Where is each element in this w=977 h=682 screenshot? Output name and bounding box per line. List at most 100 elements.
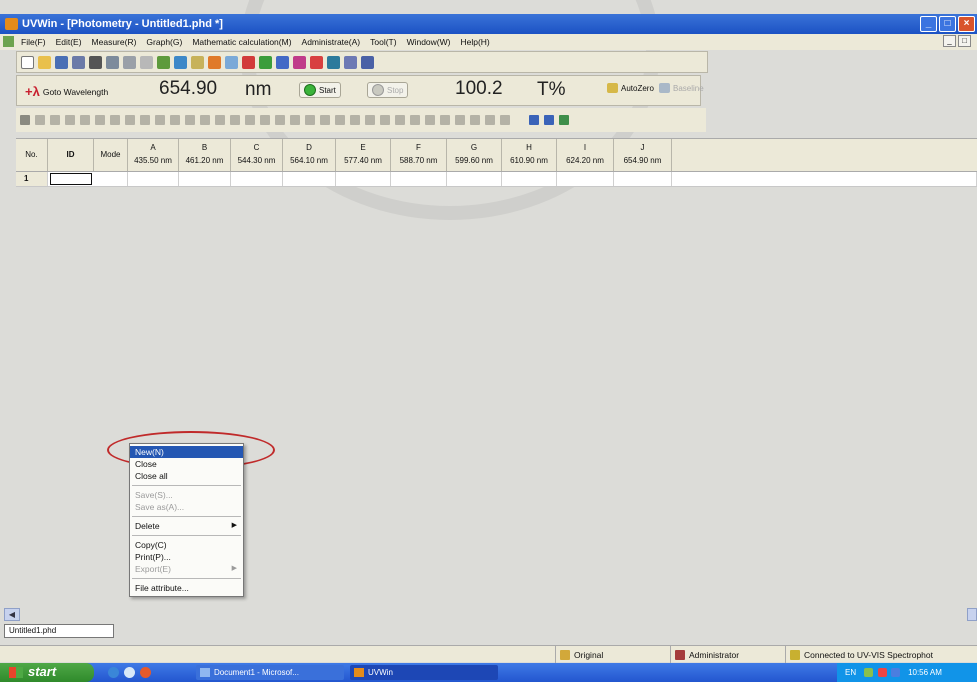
menu-item-save[interactable]: Save(S)... [130,489,243,501]
cell-h[interactable] [502,172,557,186]
menu-item-export[interactable]: Export(E) ▶ [130,563,243,575]
window-titlebar[interactable]: UVWin - [Photometry - Untitled1.phd *] _… [0,14,977,34]
menu-file[interactable]: File(F) [16,37,51,47]
scroll-left-button[interactable]: ◀ [4,608,20,621]
mode-cell[interactable] [94,172,128,186]
mdi-minimize-button[interactable]: _ [943,35,956,47]
cell-j[interactable] [614,172,672,186]
menu-tool[interactable]: Tool(T) [365,37,401,47]
graph-tool-icon[interactable] [50,115,60,125]
header-mode[interactable]: Mode [94,139,128,171]
menu-item-close[interactable]: Close [130,458,243,470]
cell-b[interactable] [179,172,231,186]
graph-tool-icon[interactable] [485,115,495,125]
window-tile-icon[interactable] [344,55,357,69]
graph-tool-icon[interactable] [155,115,165,125]
task-document[interactable]: Document1 - Microsof... [196,665,344,680]
document-icon[interactable] [3,36,14,47]
menu-item-close-all[interactable]: Close all [130,470,243,482]
graph-tool-icon[interactable] [230,115,240,125]
report-icon[interactable] [327,55,340,69]
goto-wavelength-button[interactable]: +λ Goto Wavelength [25,84,108,99]
graph-view-icon[interactable] [544,115,554,125]
tray-icon[interactable] [890,668,900,678]
graph-tool-icon[interactable] [185,115,195,125]
menu-item-new[interactable]: New(N) [130,446,243,458]
scroll-right-button[interactable] [967,608,977,621]
menu-edit[interactable]: Edit(E) [51,37,87,47]
cell-i[interactable] [557,172,614,186]
header-col-d[interactable]: D 564.10 nm [283,139,336,171]
graph-tool-icon[interactable] [35,115,45,125]
crosshair-icon[interactable] [20,115,30,125]
menu-item-delete[interactable]: Delete ▶ [130,520,243,532]
print-preview-icon[interactable] [106,55,119,69]
menu-item-print[interactable]: Print(P)... [130,551,243,563]
cell-d[interactable] [283,172,336,186]
photometry-icon[interactable] [242,55,255,69]
menu-item-file-attribute[interactable]: File attribute... [130,582,243,594]
paste-icon[interactable] [157,55,170,69]
graph-tool-icon[interactable] [140,115,150,125]
graph-tool-icon[interactable] [395,115,405,125]
autozero-button[interactable]: AutoZero [603,82,658,94]
window-split-icon[interactable] [361,55,374,69]
graph-tool-icon[interactable] [80,115,90,125]
baseline-button[interactable]: Baseline [655,82,708,94]
menu-window[interactable]: Window(W) [402,37,456,47]
menu-administrate[interactable]: Administrate(A) [297,37,366,47]
header-col-b[interactable]: B 461.20 nm [179,139,231,171]
graph-tool-icon[interactable] [305,115,315,125]
tray-icon[interactable] [877,668,887,678]
cell-c[interactable] [231,172,283,186]
header-col-h[interactable]: H 610.90 nm [502,139,557,171]
tray-icon[interactable] [864,668,874,678]
graph-tool-icon[interactable] [95,115,105,125]
graph-tool-icon[interactable] [380,115,390,125]
settings-icon[interactable] [191,55,204,69]
graph-tool-icon[interactable] [365,115,375,125]
graph-tool-icon[interactable] [260,115,270,125]
task-uvwin[interactable]: UVWin [350,665,498,680]
header-col-i[interactable]: I 624.20 nm [557,139,614,171]
spectrum-icon[interactable] [259,55,272,69]
header-no[interactable]: No. [16,139,48,171]
header-col-f[interactable]: F 588.70 nm [391,139,447,171]
grid-view-icon[interactable] [529,115,539,125]
language-indicator[interactable]: EN [845,668,856,677]
mdi-restore-button[interactable]: □ [958,35,971,47]
graph-tool-icon[interactable] [170,115,180,125]
cell-icon[interactable] [225,55,238,69]
desktop-icon[interactable] [124,667,135,678]
header-col-g[interactable]: G 599.60 nm [447,139,502,171]
graph-tool-icon[interactable] [215,115,225,125]
id-cell-input[interactable] [50,173,92,185]
lamp-icon[interactable] [208,55,221,69]
data-view-icon[interactable] [559,115,569,125]
graph-tool-icon[interactable] [500,115,510,125]
quantitation-icon[interactable] [276,55,289,69]
graph-tool-icon[interactable] [335,115,345,125]
graph-tool-icon[interactable] [440,115,450,125]
copy-icon[interactable] [123,55,136,69]
graph-tool-icon[interactable] [455,115,465,125]
header-col-c[interactable]: C 544.30 nm [231,139,283,171]
header-col-j[interactable]: J 654.90 nm [614,139,672,171]
dna-icon[interactable] [310,55,323,69]
graph-tool-icon[interactable] [470,115,480,125]
save-icon[interactable] [55,55,68,69]
header-col-a[interactable]: A 435.50 nm [128,139,179,171]
table-row[interactable]: 1 [16,172,977,187]
cell-g[interactable] [447,172,502,186]
menu-graph[interactable]: Graph(G) [141,37,187,47]
menu-measure[interactable]: Measure(R) [87,37,142,47]
save-all-icon[interactable] [72,55,85,69]
graph-tool-icon[interactable] [200,115,210,125]
graph-tool-icon[interactable] [290,115,300,125]
print-icon[interactable] [89,55,102,69]
graph-tool-icon[interactable] [275,115,285,125]
close-button[interactable]: × [958,16,975,32]
table-icon[interactable] [174,55,187,69]
open-folder-icon[interactable] [38,55,51,69]
document-tab[interactable]: Untitled1.phd [4,624,114,638]
